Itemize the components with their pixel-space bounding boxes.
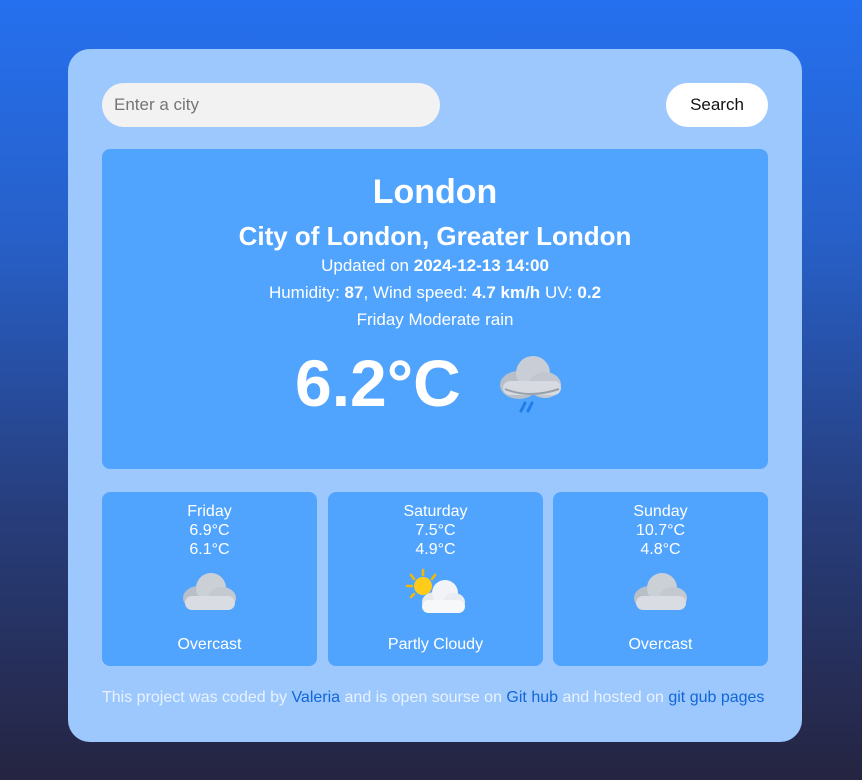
- city-name: London: [372, 173, 498, 211]
- forecast-low: 6.1°C: [189, 541, 230, 558]
- humidity-value: 87: [344, 283, 364, 302]
- hosting-link[interactable]: git gub pages: [668, 689, 764, 706]
- current-temperature: 6.2°C: [295, 346, 461, 420]
- search-form: Search: [102, 83, 768, 127]
- weather-stats: Humidity: 87, Wind speed: 4.7 km/h UV: 0…: [268, 283, 602, 302]
- weather-description: Friday Moderate rain: [356, 310, 514, 329]
- forecast-low: 4.9°C: [415, 541, 456, 558]
- forecast-high: 7.5°C: [415, 522, 456, 539]
- footer-credits: This project was coded by Valeria and is…: [102, 689, 765, 706]
- wind-speed-value: 4.7 km/h: [472, 283, 541, 302]
- cloud-icon: [183, 573, 236, 610]
- region-name: City of London, Greater London: [238, 221, 632, 251]
- forecast-card-friday: Friday 6.9°C 6.1°C Overcast: [102, 492, 317, 666]
- forecast-day: Saturday: [403, 503, 468, 520]
- forecast-day: Friday: [187, 503, 232, 520]
- forecast-high: 10.7°C: [635, 522, 686, 539]
- forecast-condition: Partly Cloudy: [387, 636, 484, 653]
- forecast-card-sunday: Sunday 10.7°C 4.8°C Overcast: [553, 492, 768, 666]
- forecast-condition: Overcast: [628, 636, 693, 653]
- updated-time: Updated on 2024-12-13 14:00: [321, 256, 549, 275]
- current-weather-panel: London City of London, Greater London Up…: [102, 149, 768, 469]
- author-link[interactable]: Valeria: [291, 689, 340, 706]
- forecast-condition: Overcast: [177, 636, 242, 653]
- weather-card: Search London City of London, Greater Lo…: [68, 49, 802, 742]
- github-link[interactable]: Git hub: [506, 689, 558, 706]
- search-button[interactable]: Search: [666, 83, 768, 127]
- uv-value: 0.2: [577, 283, 602, 302]
- sun-behind-cloud-icon: [405, 568, 465, 613]
- forecast-high: 6.9°C: [189, 522, 230, 539]
- rain-cloud-icon: [500, 356, 561, 413]
- temperature-row: 6.2°C: [102, 345, 768, 425]
- forecast-day: Sunday: [633, 503, 688, 520]
- forecast-low: 4.8°C: [640, 541, 681, 558]
- city-search-input[interactable]: [102, 83, 440, 127]
- updated-value: 2024-12-13 14:00: [413, 256, 549, 275]
- forecast-card-saturday: Saturday 7.5°C 4.9°C Partly Cloudy: [328, 492, 543, 666]
- cloud-icon: [634, 573, 687, 610]
